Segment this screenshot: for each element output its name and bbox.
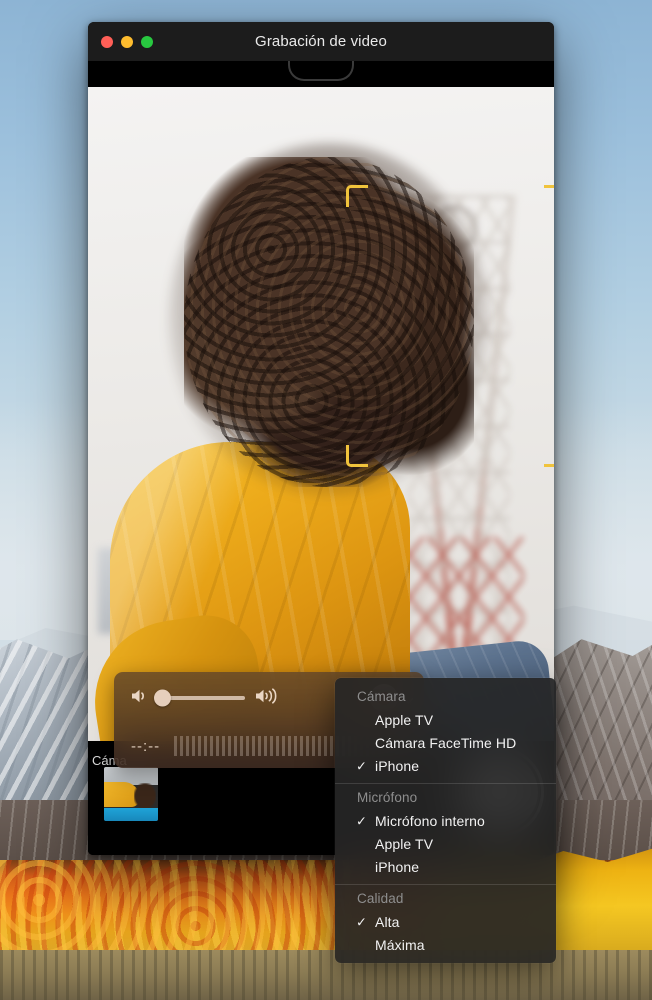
checkmark-icon: ✓ — [356, 813, 367, 828]
subject-curly-hair — [168, 143, 490, 497]
recording-time: --:-- — [131, 737, 161, 755]
checkmark-icon: ✓ — [356, 758, 367, 773]
menu-separator — [335, 783, 556, 784]
menu-item-quality-maxima[interactable]: Máxima — [335, 933, 556, 956]
camera-options-menu[interactable]: Cámara Apple TV Cámara FaceTime HD ✓ iPh… — [335, 678, 556, 963]
menu-item-label: iPhone — [375, 757, 420, 774]
menu-item-label: Micrófono interno — [375, 812, 485, 829]
volume-slider-knob[interactable] — [154, 689, 171, 707]
menu-item-label: Alta — [375, 913, 400, 930]
window-titlebar[interactable]: Grabación de video — [88, 22, 554, 61]
checkmark-icon: ✓ — [356, 914, 367, 929]
maximize-button[interactable] — [141, 35, 153, 48]
menu-item-camera-iphone[interactable]: ✓ iPhone — [335, 754, 556, 777]
menu-item-mic-internal[interactable]: ✓ Micrófono interno — [335, 809, 556, 832]
close-button[interactable] — [101, 35, 113, 48]
minimize-button[interactable] — [121, 35, 133, 48]
traffic-light-group — [101, 35, 153, 48]
menu-item-mic-apple-tv[interactable]: Apple TV — [335, 832, 556, 855]
face-detect-bracket-bottom-right — [544, 445, 554, 467]
menu-item-quality-alta[interactable]: ✓ Alta — [335, 910, 556, 933]
menu-item-camera-apple-tv[interactable]: Apple TV — [335, 708, 556, 731]
face-detect-bracket-top-left — [346, 185, 368, 207]
menu-heading-camera: Cámara — [357, 689, 406, 704]
face-detect-bracket-top-right — [544, 185, 554, 207]
menu-separator — [335, 884, 556, 885]
menu-item-mic-iphone[interactable]: iPhone — [335, 855, 556, 878]
speaker-low-icon — [130, 687, 150, 710]
menu-item-label: Apple TV — [375, 835, 434, 852]
menu-item-camera-facetime-hd[interactable]: Cámara FaceTime HD — [335, 731, 556, 754]
menu-heading-quality: Calidad — [357, 891, 404, 906]
face-detect-bracket-bottom-left — [346, 445, 368, 467]
menu-item-label: iPhone — [375, 858, 420, 875]
menu-item-label: Apple TV — [375, 711, 434, 728]
menu-item-label: Cámara FaceTime HD — [375, 734, 517, 751]
volume-slider[interactable] — [154, 689, 245, 707]
speaker-high-icon — [254, 687, 284, 710]
camera-notch-indicator — [288, 61, 354, 81]
menu-item-label: Máxima — [375, 936, 425, 953]
menu-heading-microphone: Micrófono — [357, 790, 418, 805]
last-capture-thumbnail[interactable] — [104, 767, 158, 821]
window-title: Grabación de video — [255, 33, 387, 50]
